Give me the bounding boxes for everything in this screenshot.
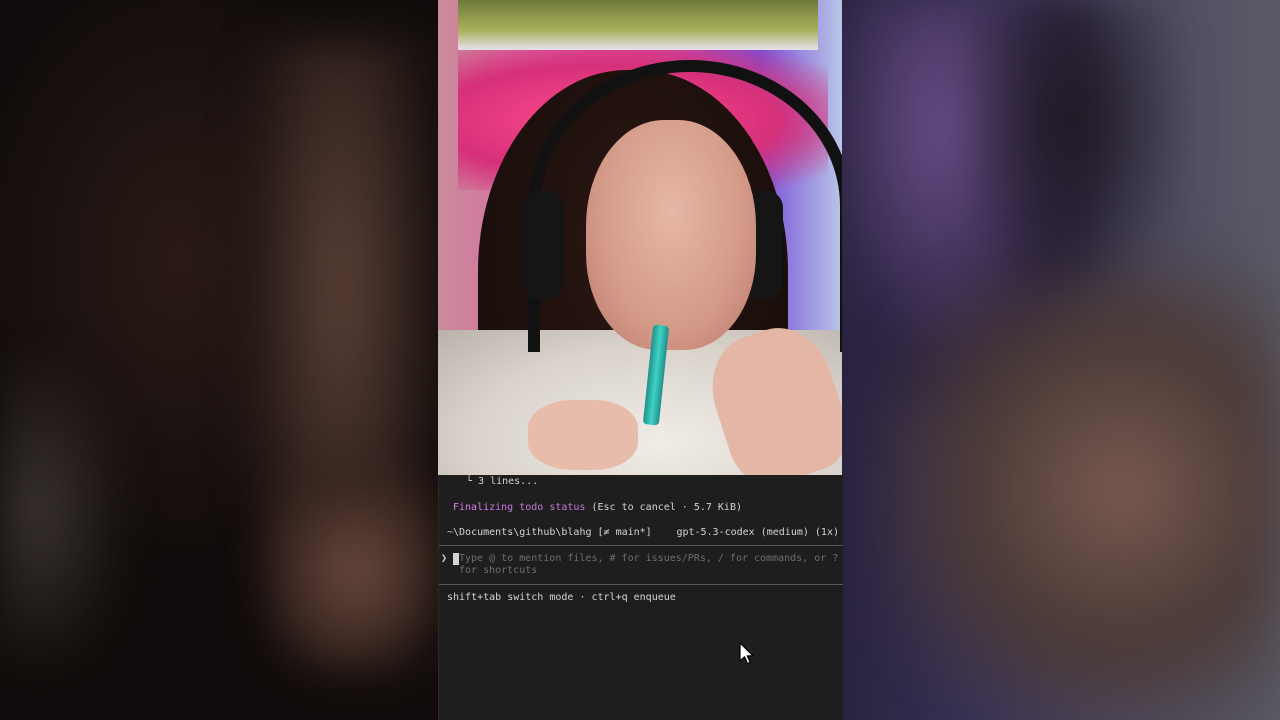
collapsed-output-line[interactable]: └ 3 lines... (466, 476, 538, 488)
activity-status-detail: (Esc to cancel · 5.7 KiB) (591, 502, 742, 513)
status-bar: ~\Documents\github\blahg [≠ main*] gpt-5… (447, 527, 839, 539)
prompt-input[interactable] (459, 553, 839, 579)
shortcut-hints: shift+tab switch mode · ctrl+q enqueue (447, 592, 676, 603)
model-indicator[interactable]: gpt-5.3-codex (medium) (1x) (676, 527, 839, 539)
prompt-chevron-icon: ❯ (441, 553, 448, 564)
activity-status-line: Finalizing todo status (Esc to cancel · … (453, 502, 742, 514)
divider-bottom (439, 584, 843, 585)
divider-top (439, 545, 843, 546)
presenter-webcam-video (438, 0, 842, 475)
working-directory: ~\Documents\github\blahg [≠ main*] (447, 527, 652, 538)
terminal-panel: └ 3 lines... Finalizing todo status (Esc… (438, 475, 843, 720)
activity-status-text-a: Finali (453, 502, 490, 513)
mouse-pointer-icon (739, 642, 754, 665)
blurred-background-left (0, 0, 438, 720)
blurred-background-right (842, 0, 1280, 720)
activity-status-text-b: zing todo status (489, 502, 586, 513)
